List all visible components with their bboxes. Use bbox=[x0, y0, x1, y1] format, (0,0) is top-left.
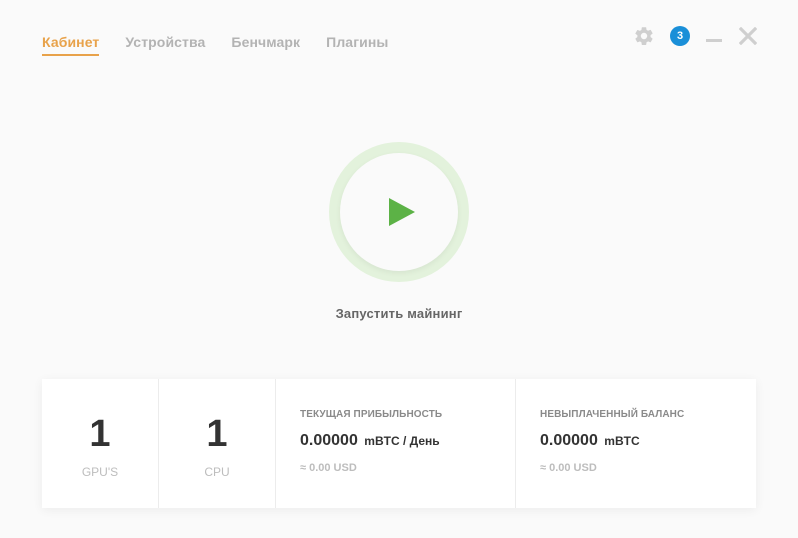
balance-unit: mBTC bbox=[604, 434, 640, 448]
profitability-cell: ТЕКУЩАЯ ПРИБЫЛЬНОСТЬ 0.00000 mBTC / День… bbox=[276, 379, 516, 508]
stats-panel: 1 GPU'S 1 CPU ТЕКУЩАЯ ПРИБЫЛЬНОСТЬ 0.000… bbox=[42, 379, 756, 508]
tab-devices[interactable]: Устройства bbox=[125, 34, 205, 56]
balance-value-row: 0.00000 mBTC bbox=[540, 432, 756, 450]
profitability-unit: mBTC / День bbox=[364, 434, 440, 448]
profitability-title: ТЕКУЩАЯ ПРИБЫЛЬНОСТЬ bbox=[300, 409, 443, 420]
window-controls: 3 bbox=[632, 24, 758, 48]
play-button-inner bbox=[340, 153, 458, 271]
profitability-usd: ≈ 0.00 USD bbox=[300, 462, 357, 474]
tab-plugins[interactable]: Плагины bbox=[326, 34, 388, 56]
gpu-count-label: GPU'S bbox=[81, 465, 119, 479]
tab-cabinet[interactable]: Кабинет bbox=[42, 34, 100, 56]
balance-cell: НЕВЫПЛАЧЕННЫЙ БАЛАНС 0.00000 mBTC ≈ 0.00… bbox=[516, 379, 756, 508]
balance-title: НЕВЫПЛАЧЕННЫЙ БАЛАНС bbox=[540, 409, 685, 420]
gpu-count: 1 bbox=[89, 413, 111, 455]
cpu-count: 1 bbox=[206, 413, 228, 455]
start-mining-button[interactable] bbox=[329, 142, 469, 282]
cpu-count-cell: 1 CPU bbox=[159, 379, 276, 508]
profitability-value: 0.00000 bbox=[300, 432, 358, 449]
tab-benchmark[interactable]: Бенчмарк bbox=[231, 34, 300, 56]
app-window: Кабинет Устройства Бенчмарк Плагины 3 За… bbox=[0, 0, 798, 538]
balance-value: 0.00000 bbox=[540, 432, 598, 449]
play-icon bbox=[389, 198, 415, 226]
profitability-value-row: 0.00000 mBTC / День bbox=[300, 432, 515, 450]
minimize-icon[interactable] bbox=[704, 24, 724, 48]
top-nav: Кабинет Устройства Бенчмарк Плагины bbox=[42, 34, 414, 56]
gear-icon[interactable] bbox=[632, 24, 656, 48]
close-icon[interactable] bbox=[738, 24, 758, 48]
cpu-count-label: CPU bbox=[204, 465, 230, 479]
notifications-badge[interactable]: 3 bbox=[670, 26, 690, 46]
gpu-count-cell: 1 GPU'S bbox=[42, 379, 159, 508]
start-mining-label: Запустить майнинг bbox=[335, 306, 463, 321]
balance-usd: ≈ 0.00 USD bbox=[540, 462, 597, 474]
